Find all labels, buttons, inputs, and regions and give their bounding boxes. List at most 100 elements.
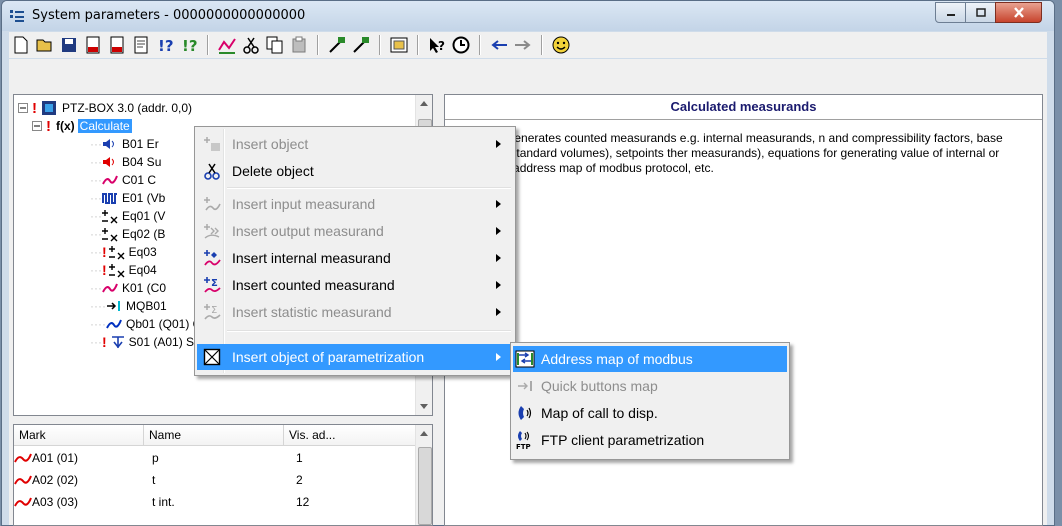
tree-item[interactable]: ··· ! Eq03 — [90, 243, 157, 261]
tree-item[interactable]: ··· E01 (Vb — [90, 189, 165, 207]
menu-item-label: Quick buttons map — [541, 378, 658, 394]
alarm-icon: ! — [102, 244, 107, 260]
window-button[interactable] — [387, 34, 411, 56]
menu-item-insert-object-of-parametrization[interactable]: Insert object of parametrization — [197, 344, 513, 370]
tree-item[interactable]: ··· Eq02 (B — [90, 225, 165, 243]
smiley-button[interactable] — [549, 34, 573, 56]
graph-button[interactable] — [215, 34, 239, 56]
ftp-icon: FTP — [516, 431, 531, 450]
menu-item-insert-counted-measurand[interactable]: Σ Insert counted measurand — [197, 272, 513, 298]
svg-text:Σ: Σ — [211, 278, 218, 289]
list-item-mark: A03 (03) — [32, 495, 79, 509]
toolbar-separator — [479, 35, 481, 55]
collapse-icon[interactable] — [18, 103, 28, 113]
cut-button[interactable] — [239, 34, 263, 56]
menu-item-delete-object[interactable]: Delete object — [197, 158, 513, 184]
open-button[interactable] — [33, 34, 57, 56]
wave-icon — [14, 497, 32, 507]
measurand-list[interactable]: Mark Name Vis. ad... A01 (01) p 1 A02 (0… — [13, 424, 433, 526]
minimize-button[interactable] — [935, 2, 966, 23]
alarm-icon: ! — [102, 334, 107, 350]
tree-item[interactable]: ···· Qb01 (Q01) Qb — [90, 315, 209, 333]
menu-item-address-map-of-modbus[interactable]: Address map of modbus — [513, 346, 787, 372]
back-button[interactable] — [487, 34, 511, 56]
check-all-button[interactable]: !? — [177, 34, 201, 56]
call-map-icon — [518, 406, 532, 420]
quick-buttons-icon — [518, 381, 532, 391]
tree-node-calculated[interactable]: ! f(x) Calculate — [32, 117, 132, 135]
wave-icon — [102, 175, 118, 185]
forward-button[interactable] — [511, 34, 535, 56]
collapse-icon[interactable] — [32, 121, 42, 131]
menu-item-label: Insert internal measurand — [232, 250, 391, 266]
equation-icon — [102, 228, 118, 242]
exclamation-question-icon: !? — [158, 37, 173, 54]
scroll-thumb[interactable] — [418, 447, 432, 525]
help-button[interactable]: ? — [425, 34, 449, 56]
insert-left-button[interactable] — [325, 34, 349, 56]
menu-item-insert-input-measurand[interactable]: Insert input measurand — [197, 191, 513, 217]
new-button[interactable] — [9, 34, 33, 56]
menu-item-insert-object[interactable]: Insert object — [197, 131, 513, 157]
tree-item[interactable]: ··· K01 (C0 — [90, 279, 166, 297]
tree-item-label: C01 C — [122, 173, 157, 187]
check-button[interactable]: !? — [153, 34, 177, 56]
report-button[interactable] — [129, 34, 153, 56]
menu-separator — [227, 330, 511, 332]
submenu-arrow-icon — [496, 281, 501, 289]
list-item[interactable]: A01 (01) p 1 — [14, 447, 416, 469]
paste-button[interactable] — [287, 34, 311, 56]
scroll-down-icon[interactable] — [420, 404, 428, 409]
menu-item-insert-internal-measurand[interactable]: Insert internal measurand — [197, 245, 513, 271]
menu-item-insert-output-measurand[interactable]: Insert output measurand — [197, 218, 513, 244]
list-scrollbar[interactable] — [415, 425, 432, 525]
tree-item[interactable]: ··· B01 Er — [90, 135, 159, 153]
tree-root[interactable]: ! PTZ-BOX 3.0 (addr. 0,0) — [18, 99, 192, 117]
tree-item[interactable]: ··· Eq01 (V — [90, 207, 165, 225]
tree-item-label: Eq04 — [128, 263, 157, 277]
modbus-map-icon — [515, 350, 535, 368]
column-header-mark[interactable]: Mark — [14, 425, 144, 445]
copy-button[interactable] — [263, 34, 287, 56]
list-item[interactable]: A02 (02) t 2 — [14, 469, 416, 491]
alarm-icon: ! — [32, 99, 37, 117]
list-item[interactable]: A03 (03) t int. 12 — [14, 491, 416, 513]
scroll-up-icon[interactable] — [420, 431, 428, 436]
maximize-button[interactable] — [965, 2, 996, 23]
list-item-vis: 2 — [296, 473, 303, 487]
menu-item-quick-buttons-map[interactable]: Quick buttons map — [513, 373, 787, 399]
context-menu: Insert object Delete object Insert input… — [194, 126, 516, 376]
scroll-up-icon[interactable] — [420, 101, 428, 106]
insert-right-icon — [353, 37, 369, 53]
parametrization-icon — [203, 348, 221, 366]
report-icon — [134, 36, 148, 54]
device-icon — [42, 101, 56, 115]
tree-item[interactable]: ··· C01 C — [90, 171, 156, 189]
menu-item-label: Map of call to disp. — [541, 405, 658, 421]
save-button[interactable] — [57, 34, 81, 56]
list-item-vis: 12 — [296, 495, 310, 509]
dpc-button[interactable] — [81, 34, 105, 56]
wave-icon — [106, 319, 122, 329]
insert-right-button[interactable] — [349, 34, 373, 56]
tree-item-label: MQB01 — [125, 299, 167, 313]
description-title: Calculated measurands — [445, 95, 1042, 120]
menu-item-insert-statistic-measurand[interactable]: Σ Insert statistic measurand — [197, 299, 513, 325]
tree-item[interactable]: ··· ! Eq04 — [90, 261, 157, 279]
list-item-name: t int. — [152, 495, 175, 509]
tree-item[interactable]: ···· MQB01 — [90, 297, 167, 315]
submenu-parametrization: Address map of modbus Quick buttons map … — [510, 342, 790, 460]
clock-button[interactable] — [449, 34, 473, 56]
menu-item-ftp-client-parametrization[interactable]: FTP FTP client parametrization — [513, 427, 787, 453]
output-measurand-icon — [204, 224, 220, 239]
title-bar[interactable]: System parameters - 0000000000000000 — [2, 1, 1054, 31]
menu-item-map-of-call-to-disp[interactable]: Map of call to disp. — [513, 400, 787, 426]
sc-button[interactable] — [105, 34, 129, 56]
submenu-arrow-icon — [496, 254, 501, 262]
tree-item[interactable]: ··· B04 Su — [90, 153, 161, 171]
close-button[interactable] — [995, 2, 1042, 23]
tree-item-label: Eq01 (V — [122, 209, 166, 223]
menu-separator — [227, 187, 511, 189]
column-header-name[interactable]: Name — [144, 425, 284, 445]
column-header-vis[interactable]: Vis. ad... — [284, 425, 416, 445]
